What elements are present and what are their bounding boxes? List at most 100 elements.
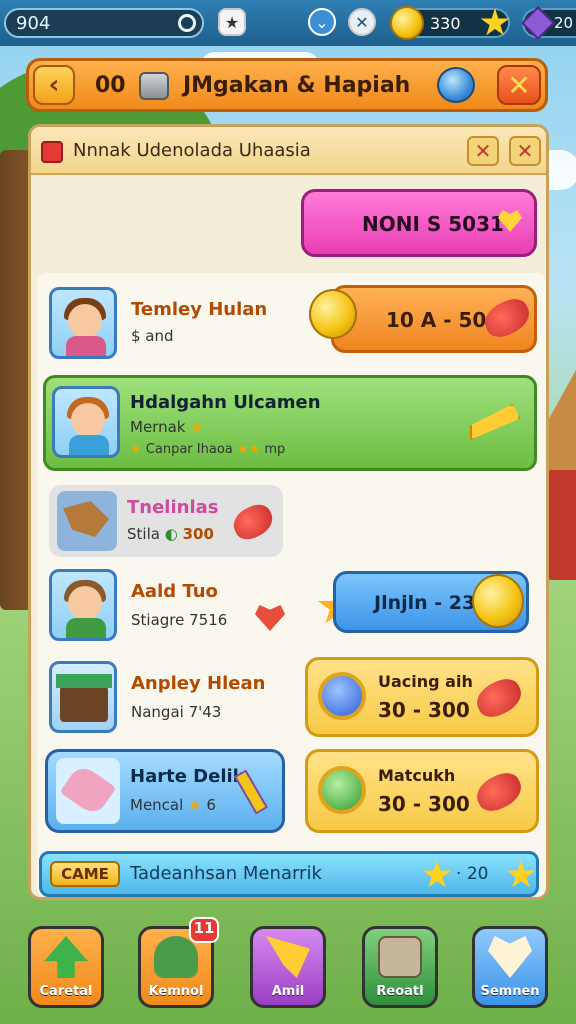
coin-counter: 330: [390, 6, 510, 40]
nav-label: Reoatl: [376, 984, 424, 999]
row-name: Harte Delik: [130, 766, 245, 787]
nav-amil[interactable]: Amil: [250, 926, 326, 1008]
reward-list: Temley Hulan $ and 10 A - 500 Hdalgahn U…: [37, 273, 546, 897]
red-square-icon: [41, 141, 63, 163]
subheader-title: Nnnak Udenolada Uhaasia: [73, 140, 311, 161]
back-button[interactable]: ‹: [33, 65, 75, 105]
stone-chest-icon: [139, 72, 170, 100]
reward-pill[interactable]: Jlnjln - 230: [333, 571, 529, 633]
avatar: [49, 287, 117, 359]
gem-count: 20: [554, 14, 574, 32]
heart-icon: [488, 936, 532, 978]
dropdown-chevron-icon[interactable]: ⌄: [308, 8, 336, 36]
star-icon: [422, 860, 452, 888]
row-sub: $ and: [131, 327, 174, 345]
heart-icon: [255, 605, 285, 631]
avatar: [52, 386, 120, 458]
reward-pill[interactable]: Uacing aih 30 - 300: [305, 657, 539, 737]
close-icon[interactable]: ✕: [348, 8, 376, 36]
item-thumb: [56, 758, 120, 824]
nav-label: Semnen: [480, 984, 540, 999]
list-item[interactable]: Tnelinlas Stila ◐ 300: [49, 485, 283, 557]
cheese-icon: [470, 404, 520, 440]
wand-icon: [233, 769, 269, 815]
ice-cream-icon: [59, 762, 117, 818]
row-detail: ★ Canpar Ihaoa ★★ mp: [130, 442, 286, 457]
nav-reoatl[interactable]: Reoatl: [362, 926, 438, 1008]
meat-icon: [471, 767, 527, 817]
gem-icon: [521, 6, 555, 40]
reward-title: Matcukh: [378, 766, 456, 785]
title-prefix: 00: [95, 73, 126, 98]
dismiss-icon[interactable]: ✕: [467, 136, 499, 166]
row-name: Hdalgahn Ulcamen: [130, 392, 321, 413]
hammer-icon: [266, 936, 310, 978]
close-icon[interactable]: ✕: [509, 136, 541, 166]
nav-caretal[interactable]: Caretal: [28, 926, 104, 1008]
reward-range: 30 - 300: [378, 698, 470, 722]
coin-count: 330: [430, 14, 461, 33]
green-orb-icon: [318, 766, 366, 814]
row-name: Anpley Hlean: [131, 673, 266, 694]
nav-semnen[interactable]: Semnen: [472, 926, 548, 1008]
blue-orb-icon: [318, 672, 366, 720]
avatar: [49, 661, 117, 733]
footer-bar[interactable]: CAME Tadeanhsan Menarrik · 20: [39, 851, 539, 897]
row-name: Tnelinlas: [127, 497, 219, 518]
reward-pill[interactable]: 10 A - 500: [331, 285, 537, 353]
row-sub: Nangai 7'43: [131, 703, 222, 721]
reward-pill[interactable]: Matcukh 30 - 300: [305, 749, 539, 833]
row-sub: Mernak ★: [130, 418, 204, 436]
star-shop-button[interactable]: ★: [218, 8, 246, 36]
row-sub: Stiagre 7516: [131, 611, 228, 629]
list-item[interactable]: Temley Hulan $ and 10 A - 500: [49, 285, 539, 363]
meat-icon: [228, 499, 278, 545]
bonus-banner[interactable]: NONI S 5031: [301, 189, 537, 257]
market-stall-icon: [60, 686, 108, 722]
nav-label: Caretal: [39, 984, 93, 999]
coin-icon: [472, 574, 524, 628]
star-icon: [480, 8, 510, 36]
nav-label: Kemnol: [148, 984, 204, 999]
gem-counter: 20: [521, 6, 576, 40]
truck-scenery: [546, 470, 576, 580]
medal-icon[interactable]: [437, 67, 475, 103]
arrow-up-icon: [44, 936, 88, 978]
score-field[interactable]: 904: [4, 8, 204, 38]
page-title: 00 JMgakan & Hapiah: [95, 72, 410, 100]
meat-icon: [471, 673, 527, 723]
star-icon: [506, 860, 536, 888]
list-item[interactable]: Aald Tuo Stiagre 7516 Jlnjln - 230: [49, 569, 539, 645]
close-button[interactable]: ✕: [497, 65, 541, 105]
list-item[interactable]: Anpley Hlean Nangai 7'43 Uacing aih 30 -…: [49, 657, 539, 741]
panel-subheader: Nnnak Udenolada Uhaasia ✕ ✕: [31, 127, 546, 175]
character-icon: [154, 936, 198, 978]
toggle-circle-icon: [178, 14, 196, 32]
row-name: Temley Hulan: [131, 299, 268, 320]
wood-club-icon: [63, 501, 109, 537]
footer-text: Tadeanhsan Menarrik: [130, 863, 322, 884]
top-status-bar: 904 ★ ⌄ ✕ 330 20: [0, 0, 576, 46]
score-value: 904: [16, 13, 51, 34]
nav-kemnol[interactable]: 11 Kemnol: [138, 917, 219, 1008]
row-sub: Stila ◐ 300: [127, 525, 214, 543]
notification-badge: 11: [189, 917, 219, 943]
title-bar: ‹ 00 JMgakan & Hapiah ✕: [26, 58, 548, 112]
row-sub: Mencal ★ 6: [130, 796, 216, 814]
coin-icon: [309, 289, 357, 339]
footer-count: · 20: [456, 864, 489, 884]
reward-panel: Nnnak Udenolada Uhaasia ✕ ✕ NONI S 5031 …: [28, 124, 549, 900]
coin-icon: [390, 6, 424, 40]
title-label: JMgakan & Hapiah: [182, 73, 411, 98]
row-name: Aald Tuo: [131, 581, 218, 602]
avatar: [49, 569, 117, 641]
game-tag: CAME: [50, 861, 120, 887]
jar-icon: [378, 936, 422, 978]
item-thumb: [57, 491, 117, 551]
reward-range: 30 - 300: [378, 792, 470, 816]
reward-title: Uacing aih: [378, 672, 473, 691]
nav-label: Amil: [271, 984, 305, 999]
list-item[interactable]: Harte Delik Mencal ★ 6: [45, 749, 285, 833]
list-item-selected[interactable]: Hdalgahn Ulcamen Mernak ★ ★ Canpar Ihaoa…: [43, 375, 537, 471]
bonus-label: NONI S 5031: [362, 212, 504, 236]
